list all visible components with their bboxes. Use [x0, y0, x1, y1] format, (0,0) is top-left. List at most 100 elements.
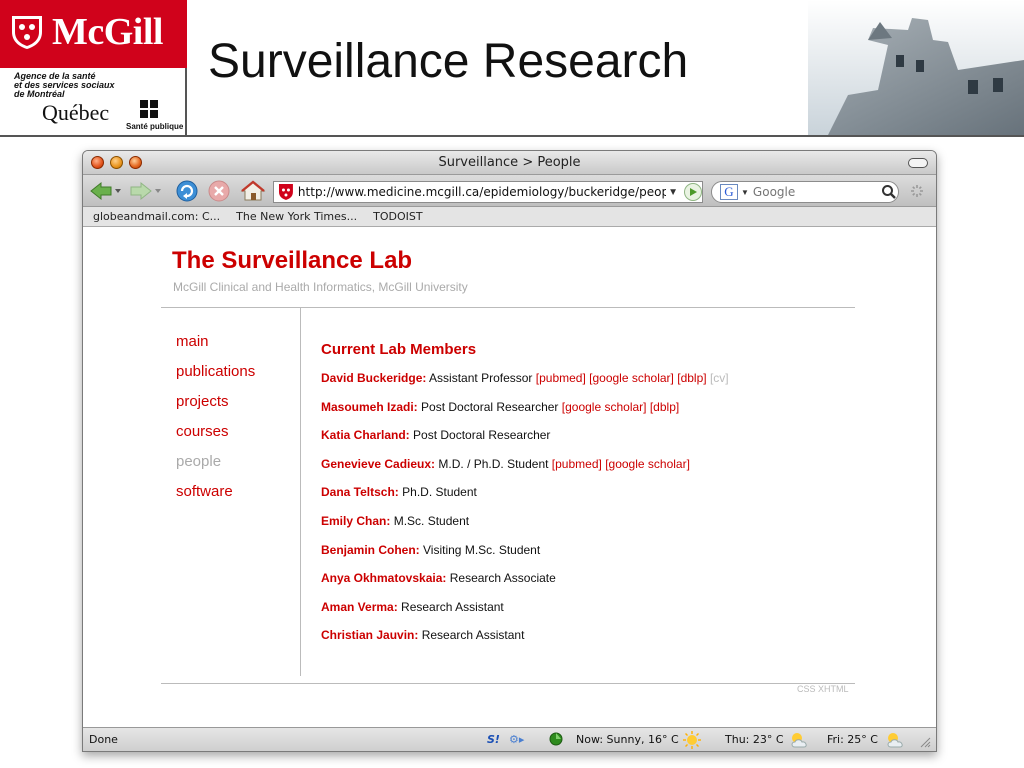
lab-title[interactable]: The Surveillance Lab	[172, 247, 412, 275]
nav-link-courses[interactable]: courses	[176, 422, 255, 452]
site-nav: main publications projects courses people sof…	[176, 332, 255, 512]
agence-line: de Montréal	[14, 89, 65, 99]
divider	[161, 307, 855, 308]
header-rule	[0, 135, 1024, 137]
member-row: Christian Jauvin: Research Assistant	[321, 627, 841, 656]
member-name: Christian Jauvin:	[321, 628, 419, 643]
nav-link-software[interactable]: software	[176, 482, 255, 512]
go-arrow-icon	[690, 188, 698, 196]
member-row: Anya Okhmatovskaia: Research Associate	[321, 570, 841, 599]
member-name: Katia Charland:	[321, 428, 410, 443]
nav-link-publications[interactable]: publications	[176, 362, 255, 392]
member-role: Post Doctoral Researcher	[421, 399, 559, 414]
divider	[161, 683, 855, 684]
address-bar[interactable]: ▼	[273, 181, 703, 203]
quebec-wordmark: Québec	[42, 100, 110, 125]
member-row: Emily Chan: M.Sc. Student	[321, 513, 841, 542]
status-text: Done	[89, 733, 118, 746]
slide-header: McGill Agence de la santé et des service…	[0, 0, 1024, 137]
slide-title: Surveillance Research	[208, 35, 689, 88]
back-button[interactable]	[89, 180, 123, 202]
mcgill-wordmark: McGill	[52, 11, 163, 53]
mcgill-logo: McGill	[0, 0, 187, 68]
member-name: Masoumeh Izadi:	[321, 399, 418, 414]
activity-spinner	[909, 180, 925, 202]
back-arrow-icon	[90, 181, 121, 201]
member-row: Genevieve Cadieux: M.D. / Ph.D. Student …	[321, 456, 841, 485]
member-row: Aman Verma: Research Assistant	[321, 599, 841, 628]
resize-grip-icon[interactable]	[919, 736, 931, 751]
member-role: Visiting M.Sc. Student	[423, 542, 541, 557]
status-bar: Done S! ⚙▸ Now: Sunny, 16° C Thu: 23° C …	[83, 727, 936, 751]
forward-arrow-icon	[130, 181, 161, 201]
nav-link-people[interactable]: people	[176, 452, 255, 482]
window-title: Surveillance > People	[438, 155, 581, 170]
bookmark-todoist[interactable]: TODOIST	[373, 210, 422, 223]
members-heading: Current Lab Members	[321, 341, 477, 358]
member-row: Masoumeh Izadi: Post Doctoral Researcher…	[321, 399, 841, 428]
magnifier-icon[interactable]	[881, 184, 897, 200]
agence-text: Agence de la santé et des services socia…	[14, 72, 134, 99]
member-row: Benjamin Cohen: Visiting M.Sc. Student	[321, 542, 841, 571]
footer-validators[interactable]: CSS XHTML	[797, 684, 849, 694]
sun-icon	[683, 731, 701, 751]
extension-icon[interactable]: ⚙▸	[509, 733, 524, 746]
toolbar-toggle-button[interactable]	[908, 158, 928, 168]
home-icon	[240, 180, 266, 201]
member-role: M.D. / Ph.D. Student	[438, 456, 549, 471]
member-name: Emily Chan:	[321, 513, 391, 528]
stumbleupon-icon[interactable]: S!	[487, 733, 500, 746]
member-link[interactable]: [google scholar]	[605, 457, 690, 471]
bookmark-globeandmail[interactable]: globeandmail.com: C...	[93, 210, 220, 223]
member-link[interactable]: [cv]	[710, 371, 729, 385]
member-link[interactable]: [dblp]	[650, 400, 679, 414]
member-link[interactable]: [pubmed]	[536, 371, 586, 385]
partly-cloudy-icon	[789, 731, 811, 751]
url-history-dropdown-icon[interactable]: ▼	[668, 187, 678, 198]
reload-button[interactable]	[175, 180, 199, 202]
reload-icon	[176, 180, 198, 202]
weather-friday[interactable]: Fri: 25° C	[827, 733, 878, 746]
logo-panel: McGill Agence de la santé et des service…	[0, 0, 187, 135]
member-role: Research Associate	[449, 571, 556, 586]
bookmark-nytimes[interactable]: The New York Times...	[236, 210, 357, 223]
member-link[interactable]: [pubmed]	[552, 457, 602, 471]
google-search-engine-icon[interactable]: G	[720, 184, 738, 200]
weather-now[interactable]: Now: Sunny, 16° C	[576, 733, 679, 746]
nav-link-projects[interactable]: projects	[176, 392, 255, 422]
navigation-toolbar: ▼ G ▼	[83, 175, 936, 207]
member-row: David Buckeridge: Assistant Professor [p…	[321, 370, 841, 399]
search-engine-dropdown-icon[interactable]: ▼	[741, 188, 749, 197]
bookmarks-bar: globeandmail.com: C... The New York Time…	[83, 207, 936, 227]
search-input[interactable]	[752, 185, 873, 199]
weather-thursday[interactable]: Thu: 23° C	[725, 733, 784, 746]
member-link[interactable]: [dblp]	[677, 371, 706, 385]
member-role: Ph.D. Student	[402, 485, 477, 500]
member-row: Dana Teltsch: Ph.D. Student	[321, 484, 841, 513]
nav-divider	[300, 308, 301, 676]
site-favicon-icon	[278, 184, 293, 200]
web-page: The Surveillance Lab McGill Clinical and…	[83, 228, 936, 729]
browser-window: Surveillance > People http://www.medicin…	[82, 150, 937, 752]
member-link[interactable]: [google scholar]	[589, 371, 674, 385]
member-name: David Buckeridge:	[321, 371, 427, 385]
partly-cloudy-icon	[885, 731, 907, 751]
member-link[interactable]: [google scholar]	[562, 400, 647, 414]
go-button[interactable]	[684, 183, 702, 201]
nav-link-main[interactable]: main	[176, 332, 255, 362]
member-row: Katia Charland: Post Doctoral Researcher	[321, 427, 841, 456]
lab-subtitle: McGill Clinical and Health Informatics, …	[173, 280, 468, 294]
connection-status-icon	[549, 732, 563, 749]
sante-publique-text: Santé publique	[126, 122, 184, 131]
member-role: M.Sc. Student	[393, 513, 470, 528]
stop-button[interactable]	[207, 180, 231, 202]
search-bar[interactable]: G ▼	[711, 181, 899, 203]
home-button[interactable]	[239, 180, 267, 202]
stop-icon	[208, 180, 230, 202]
url-input[interactable]	[297, 185, 667, 199]
forward-button[interactable]	[129, 180, 163, 202]
title-bar: Surveillance > People	[83, 151, 936, 175]
spinner-icon	[911, 185, 923, 197]
member-role: Research Assistant	[421, 628, 525, 643]
member-name: Genevieve Cadieux:	[321, 456, 436, 471]
